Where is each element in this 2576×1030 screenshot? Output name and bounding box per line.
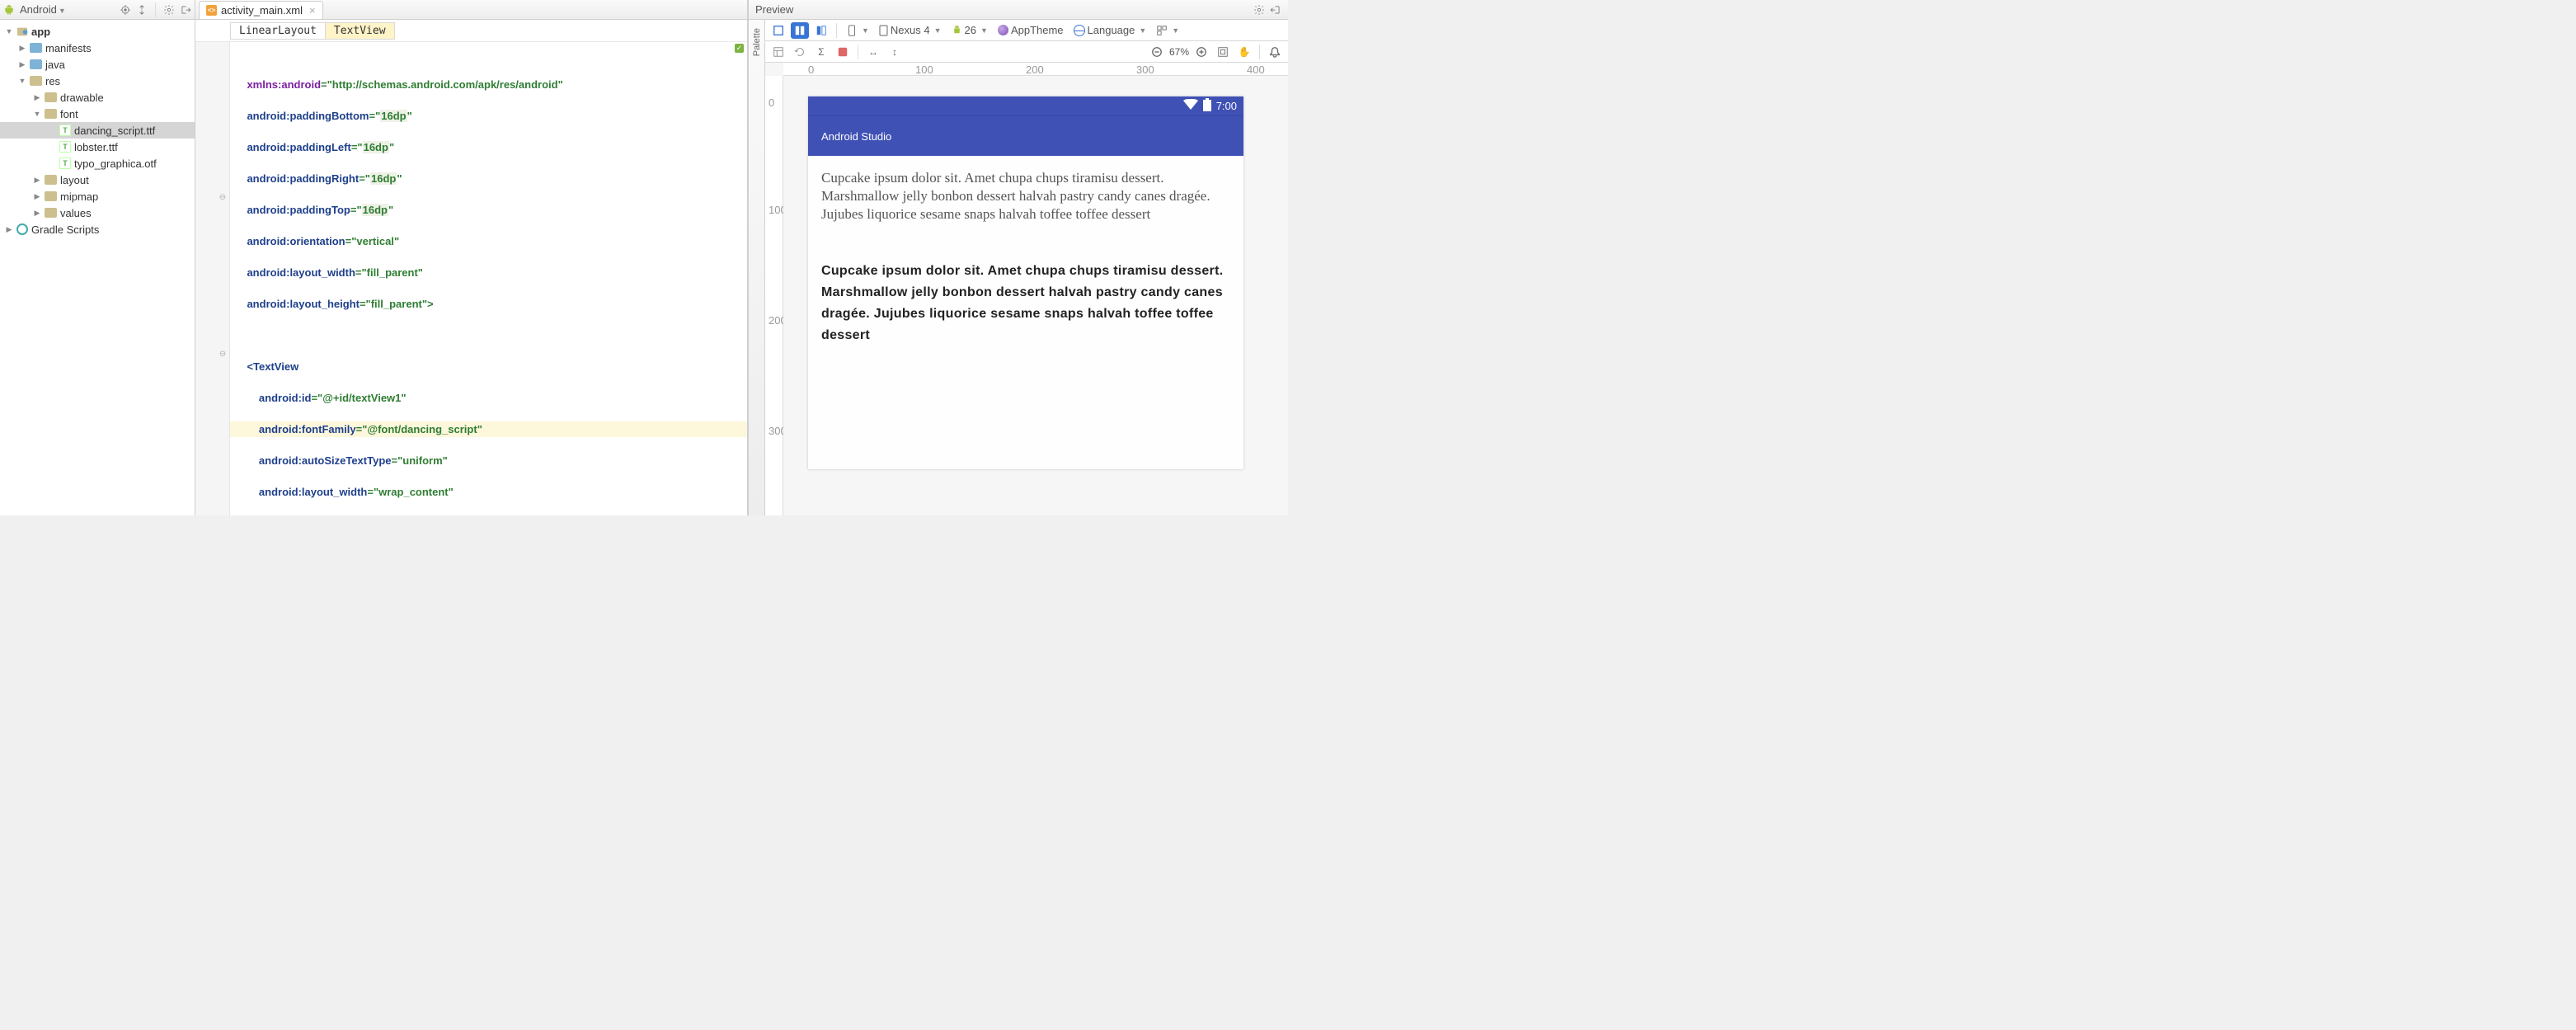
expand-h-icon[interactable]: ↔ xyxy=(864,44,882,60)
notifications-icon[interactable] xyxy=(1266,44,1284,60)
orientation-dropdown[interactable]: ▼ xyxy=(843,25,872,36)
tab-activity-main[interactable]: <> activity_main.xml × xyxy=(199,1,323,19)
gear-icon[interactable] xyxy=(163,4,175,16)
device-dropdown[interactable]: Nexus 4▼ xyxy=(876,24,945,36)
project-view-dropdown[interactable]: Android▼ xyxy=(20,3,66,16)
language-dropdown[interactable]: Language▼ xyxy=(1070,24,1150,36)
palette-icon[interactable] xyxy=(769,44,787,60)
editor-gutter: ⊖ ⊖ xyxy=(195,42,230,515)
tree-file-lobster[interactable]: Tlobster.ttf xyxy=(0,139,195,155)
expand-v-icon[interactable]: ↕ xyxy=(886,44,904,60)
zoom-level: 67% xyxy=(1169,46,1189,58)
hide-icon[interactable] xyxy=(1270,4,1281,16)
design-view-icon[interactable] xyxy=(769,22,787,39)
textview-2: Cupcake ipsum dolor sit. Amet chupa chup… xyxy=(821,261,1230,346)
app-bar: Android Studio xyxy=(808,116,1243,156)
wifi-icon xyxy=(1183,99,1198,113)
palette-tab[interactable]: Palette xyxy=(749,20,765,515)
target-icon[interactable] xyxy=(120,4,131,16)
tree-java[interactable]: ▶java xyxy=(0,56,195,73)
sigma-icon[interactable]: Σ xyxy=(812,44,830,60)
tab-label: activity_main.xml xyxy=(221,4,303,16)
breadcrumb-linearlayout[interactable]: LinearLayout xyxy=(230,22,326,40)
tree-gradle-scripts[interactable]: ▶Gradle Scripts xyxy=(0,221,195,238)
tree-mipmap[interactable]: ▶mipmap xyxy=(0,188,195,205)
preview-toolbar: ▼ Nexus 4▼ 26▼ AppTheme Language▼ ▼ xyxy=(765,20,1288,41)
status-bar: 7:00 xyxy=(808,96,1243,116)
zoom-out-icon[interactable] xyxy=(1148,44,1166,60)
pan-icon[interactable]: ✋ xyxy=(1235,44,1253,60)
hide-icon[interactable] xyxy=(180,4,191,16)
both-view-icon[interactable] xyxy=(812,22,830,39)
tree-values[interactable]: ▶values xyxy=(0,205,195,221)
ruler-vertical: 0 100 200 300 xyxy=(765,76,783,515)
theme-dropdown[interactable]: AppTheme xyxy=(994,24,1067,36)
breadcrumb-textview[interactable]: TextView xyxy=(326,22,395,40)
xml-file-icon: <> xyxy=(206,5,217,16)
project-toolbar: Android▼ xyxy=(0,0,195,20)
tree-layout[interactable]: ▶layout xyxy=(0,172,195,188)
device-frame: 7:00 Android Studio Cupcake ipsum dolor … xyxy=(808,96,1243,469)
refresh-icon[interactable] xyxy=(791,44,809,60)
breadcrumb: LinearLayoutTextView xyxy=(195,20,747,42)
textview-1: Cupcake ipsum dolor sit. Amet chupa chup… xyxy=(821,169,1230,223)
editor-panel: <> activity_main.xml × LinearLayoutTextV… xyxy=(195,0,748,515)
collapse-icon[interactable] xyxy=(136,4,148,16)
zoom-in-icon[interactable] xyxy=(1192,44,1210,60)
preview-toolbar-2: Σ ↔ ↕ 67% ✋ xyxy=(765,41,1288,63)
tree-file-typo-graphica[interactable]: Ttypo_graphica.otf xyxy=(0,155,195,172)
app-title: Android Studio xyxy=(821,130,891,143)
gear-icon[interactable] xyxy=(1253,4,1265,16)
fold-marker-icon[interactable]: ⊖ xyxy=(219,350,227,359)
preview-header: Preview xyxy=(749,0,1288,20)
preview-panel: Preview Palette ▼ Nexus 4▼ 26▼ AppTheme … xyxy=(748,0,1288,515)
status-time: 7:00 xyxy=(1216,100,1237,112)
zoom-fit-icon[interactable] xyxy=(1214,44,1232,60)
editor-tabs: <> activity_main.xml × xyxy=(195,0,747,20)
battery-icon xyxy=(1203,98,1211,114)
blueprint-view-icon[interactable] xyxy=(791,22,809,39)
tree-res[interactable]: ▼res xyxy=(0,73,195,89)
close-icon[interactable]: × xyxy=(309,4,316,16)
inspection-ok-icon[interactable]: ✓ xyxy=(735,44,744,53)
android-icon xyxy=(3,4,15,16)
preview-canvas[interactable]: 0 100 200 300 400 0 100 200 300 xyxy=(765,63,1288,515)
fold-marker-icon[interactable]: ⊖ xyxy=(219,194,227,202)
project-tree: ▼app ▶manifests ▶java ▼res ▶drawable ▼fo… xyxy=(0,20,195,515)
warnings-icon[interactable] xyxy=(834,44,852,60)
code-editor[interactable]: ✓ xmlns:android="http://schemas.android.… xyxy=(230,42,747,515)
ruler-horizontal: 0 100 200 300 400 xyxy=(783,63,1288,76)
variant-dropdown[interactable]: ▼ xyxy=(1153,25,1182,36)
project-panel: Android▼ ▼app ▶manifests ▶java ▼res ▶dra… xyxy=(0,0,195,515)
tree-font[interactable]: ▼font xyxy=(0,106,195,122)
tree-drawable[interactable]: ▶drawable xyxy=(0,89,195,106)
preview-title: Preview xyxy=(755,3,793,16)
tree-app[interactable]: ▼app xyxy=(0,23,195,40)
tree-manifests[interactable]: ▶manifests xyxy=(0,40,195,56)
api-dropdown[interactable]: 26▼ xyxy=(948,24,991,36)
tree-file-dancing-script[interactable]: Tdancing_script.ttf xyxy=(0,122,195,139)
